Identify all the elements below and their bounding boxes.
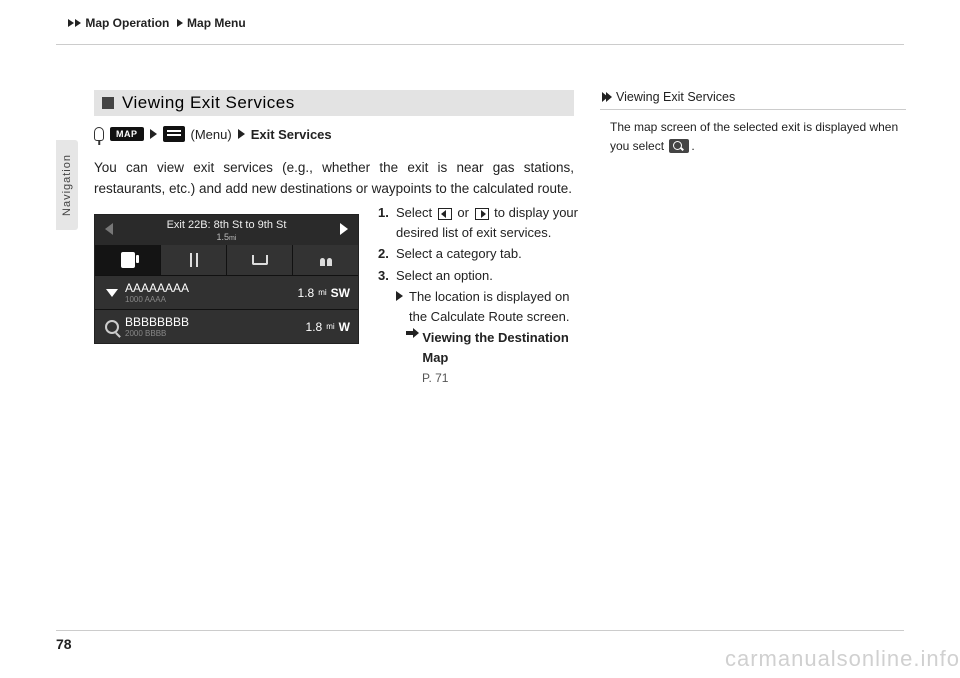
divider	[56, 44, 904, 45]
path-text: (Menu)	[191, 127, 232, 142]
tip-title: Viewing Exit Services	[616, 90, 735, 104]
chevron-right-icon	[75, 19, 81, 27]
tab-food	[161, 245, 227, 275]
bed-icon	[252, 255, 268, 265]
tip-text: .	[691, 139, 694, 153]
page-number: 78	[56, 636, 72, 652]
poi-sub: 2000 BBBB	[125, 329, 306, 338]
side-tab: Navigation	[56, 140, 78, 230]
tip-text: The map screen of the selected exit is d…	[610, 120, 898, 153]
left-button-icon	[438, 208, 452, 220]
chevron-right-icon	[150, 129, 157, 139]
restaurant-icon	[188, 253, 200, 267]
poi-name: AAAAAAAA	[125, 281, 298, 295]
operation-path: MAP (Menu) Exit Services	[94, 126, 574, 142]
right-button-icon	[475, 208, 489, 220]
tip-body: The map screen of the selected exit is d…	[600, 110, 906, 155]
step-text: Select an option.	[396, 266, 493, 286]
breadcrumb: Map Operation Map Menu	[68, 16, 246, 30]
fuel-icon	[121, 252, 135, 268]
ui-screenshot: Exit 22B: 8th St to 9th St 1.5mi AAAAAAA…	[94, 214, 359, 345]
magnifier-icon	[105, 320, 119, 334]
poi-distance: 1.8	[306, 320, 323, 334]
step-text: Select a category tab.	[396, 244, 522, 264]
chevron-right-icon	[68, 19, 74, 27]
double-chevron-icon	[602, 92, 610, 102]
list-item: AAAAAAAA 1000 AAAA 1.8mi SW	[95, 275, 358, 309]
breadcrumb-part: Map Operation	[85, 16, 169, 30]
chevron-right-icon	[238, 129, 245, 139]
path-destination: Exit Services	[251, 127, 332, 142]
restroom-icon	[319, 254, 333, 266]
breadcrumb-part: Map Menu	[187, 16, 246, 30]
voice-icon	[94, 127, 104, 141]
divider	[56, 630, 904, 631]
cross-ref-page: P. 71	[422, 369, 448, 387]
chevron-right-icon	[396, 291, 403, 301]
side-tab-label: Navigation	[61, 154, 73, 216]
poi-direction: SW	[331, 286, 350, 300]
map-button-icon: MAP	[110, 127, 144, 141]
map-magnifier-icon	[669, 139, 689, 153]
arrow-down-icon	[106, 289, 118, 297]
poi-name: BBBBBBBB	[125, 315, 306, 329]
tab-rest	[293, 245, 358, 275]
square-bullet-icon	[102, 97, 114, 109]
step-text: Select	[396, 205, 436, 220]
poi-sub: 1000 AAAA	[125, 295, 298, 304]
arrow-right-icon	[340, 223, 348, 235]
tab-lodging	[227, 245, 293, 275]
watermark: carmanualsonline.info	[725, 646, 960, 672]
arrow-left-icon	[105, 223, 113, 235]
section-heading: Viewing Exit Services	[94, 90, 574, 116]
menu-button-icon	[163, 126, 185, 142]
step-text: or	[454, 205, 473, 220]
tip-heading: Viewing Exit Services	[600, 90, 906, 110]
screenshot-subtitle: 1.5	[217, 232, 230, 242]
cross-ref-link: Viewing the Destination Map	[422, 328, 578, 367]
poi-direction: W	[339, 320, 350, 334]
chevron-right-icon	[177, 19, 183, 27]
step-list: 1.Select or to display your desired list…	[378, 203, 578, 389]
screenshot-title: Exit 22B: 8th St to 9th St	[167, 219, 287, 232]
body-text: You can view exit services (e.g., whethe…	[94, 158, 574, 200]
tab-fuel	[95, 245, 161, 275]
category-tabs	[95, 245, 358, 275]
section-title: Viewing Exit Services	[122, 93, 295, 113]
step-subtext: The location is displayed on the Calcula…	[409, 287, 578, 326]
list-item: BBBBBBBB 2000 BBBB 1.8mi W	[95, 309, 358, 343]
poi-distance: 1.8	[298, 286, 315, 300]
link-arrow-icon	[406, 328, 418, 338]
